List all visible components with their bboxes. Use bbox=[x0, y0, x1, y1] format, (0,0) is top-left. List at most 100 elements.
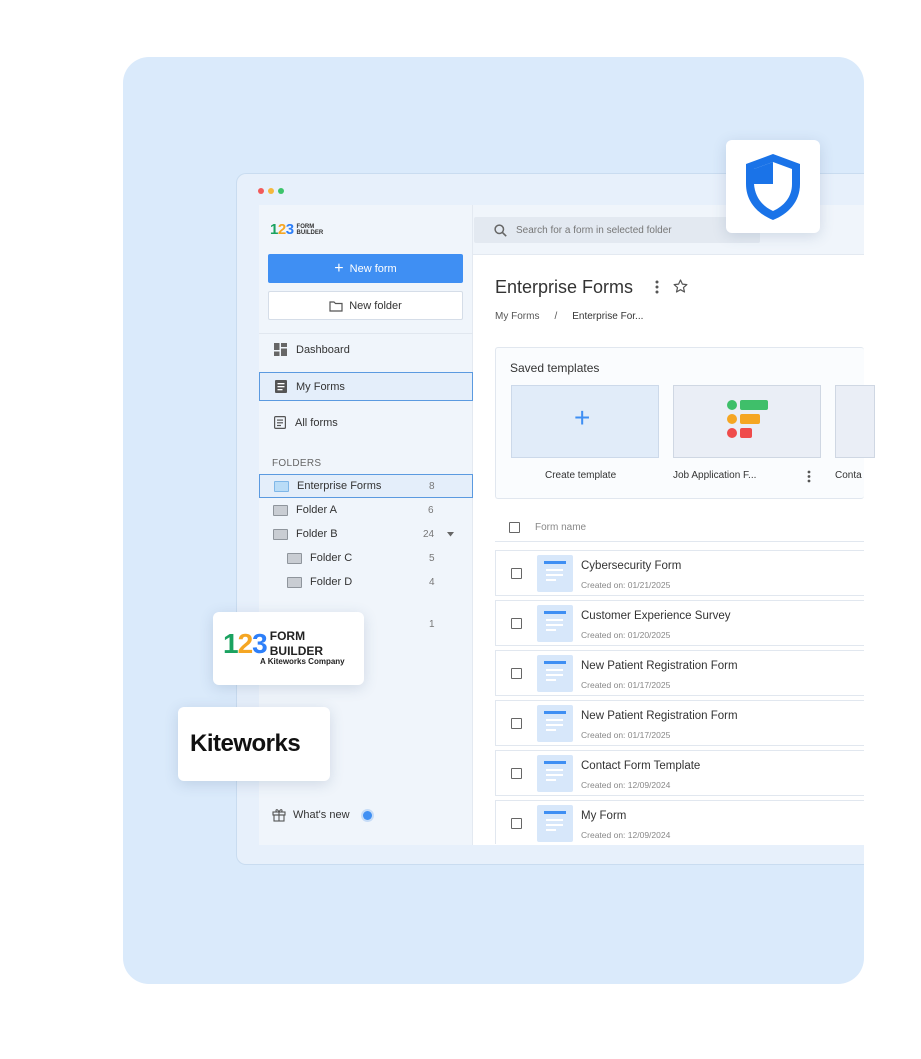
form-thumbnail-icon bbox=[537, 755, 573, 792]
search-input[interactable]: Search for a form in selected folder bbox=[474, 217, 760, 243]
folder-name: Folder D bbox=[310, 576, 353, 588]
more-vertical-icon[interactable] bbox=[655, 280, 659, 294]
column-header-form-name[interactable]: Form name bbox=[535, 522, 586, 533]
folder-item-folder-c[interactable]: Folder C 5 bbox=[259, 546, 473, 570]
create-template-card[interactable]: + bbox=[511, 385, 659, 458]
new-form-button[interactable]: + New form bbox=[268, 254, 463, 283]
whats-new-label: What's new bbox=[293, 809, 350, 821]
table-row[interactable]: New Patient Registration Form Created on… bbox=[495, 650, 864, 696]
plus-icon: + bbox=[334, 259, 344, 277]
folder-item-folder-b[interactable]: Folder B 24 bbox=[259, 522, 473, 546]
folders-section-label: FOLDERS bbox=[272, 458, 322, 469]
dashboard-icon bbox=[274, 343, 287, 356]
form-thumbnail-icon bbox=[537, 805, 573, 842]
form-created-date: Created on: 12/09/2024 bbox=[581, 780, 671, 790]
folder-icon bbox=[274, 480, 289, 492]
form-name: New Patient Registration Form bbox=[581, 660, 738, 672]
template-label: Create template bbox=[545, 470, 617, 481]
star-icon[interactable] bbox=[673, 279, 688, 294]
close-dot[interactable] bbox=[258, 188, 264, 194]
form-thumbnail-icon bbox=[537, 655, 573, 692]
folder-name: Folder A bbox=[296, 504, 337, 516]
form-created-date: Created on: 01/17/2025 bbox=[581, 680, 671, 690]
folder-item-folder-a[interactable]: Folder A 6 bbox=[259, 498, 473, 522]
new-folder-label: New folder bbox=[349, 299, 402, 312]
row-checkbox[interactable] bbox=[511, 768, 522, 779]
minimize-dot[interactable] bbox=[268, 188, 274, 194]
security-badge bbox=[726, 140, 820, 233]
form-created-date: Created on: 01/20/2025 bbox=[581, 630, 671, 640]
folder-name: Enterprise Forms bbox=[297, 480, 382, 492]
folder-name: Folder C bbox=[310, 552, 353, 564]
nav-my-forms[interactable]: My Forms bbox=[259, 372, 473, 401]
kiteworks-logo: Kiteworks bbox=[190, 730, 301, 757]
form-name: Contact Form Template bbox=[581, 760, 701, 772]
form-name: My Form bbox=[581, 810, 627, 822]
search-icon bbox=[494, 223, 507, 237]
form-name: Cybersecurity Form bbox=[581, 560, 682, 572]
template-card-contact[interactable] bbox=[835, 385, 875, 458]
formbuilder-tagline: A Kiteworks Company bbox=[260, 657, 345, 666]
folder-outline-icon bbox=[329, 300, 343, 312]
logo-line2: BUILDER bbox=[296, 229, 324, 236]
folder-count: 6 bbox=[428, 504, 434, 516]
window-controls bbox=[258, 188, 284, 194]
nav-all-forms[interactable]: All forms bbox=[259, 408, 473, 437]
table-row[interactable]: My Form Created on: 12/09/2024 bbox=[495, 800, 864, 844]
folder-item-folder-d[interactable]: Folder D 4 bbox=[259, 570, 473, 594]
title-actions bbox=[655, 279, 688, 294]
row-checkbox[interactable] bbox=[511, 818, 522, 829]
table-row[interactable]: Customer Experience Survey Created on: 0… bbox=[495, 600, 864, 646]
row-checkbox[interactable] bbox=[511, 668, 522, 679]
folder-item-enterprise-forms[interactable]: Enterprise Forms 8 bbox=[259, 474, 473, 498]
folder-count: 5 bbox=[429, 552, 435, 564]
folder-icon bbox=[287, 552, 302, 564]
folder-count: 1 bbox=[429, 619, 435, 630]
row-checkbox[interactable] bbox=[511, 618, 522, 629]
breadcrumb-current: Enterprise For... bbox=[572, 311, 644, 322]
folder-icon bbox=[273, 504, 288, 516]
logo-numbers: 123 bbox=[270, 221, 294, 238]
logo-text: FORM BUILDER bbox=[297, 224, 324, 236]
gift-icon bbox=[272, 809, 286, 822]
form-created-date: Created on: 01/21/2025 bbox=[581, 580, 671, 590]
breadcrumb-root[interactable]: My Forms bbox=[495, 311, 539, 322]
folder-icon bbox=[287, 576, 302, 588]
maximize-dot[interactable] bbox=[278, 188, 284, 194]
template-card-job-application[interactable] bbox=[673, 385, 821, 458]
sidebar-divider bbox=[259, 333, 473, 334]
form-thumbnail-icon bbox=[537, 605, 573, 642]
whats-new-link[interactable]: What's new bbox=[272, 808, 372, 822]
saved-templates-panel: Saved templates + Create template Job Ap… bbox=[495, 347, 875, 499]
caret-down-icon[interactable] bbox=[447, 532, 454, 537]
new-folder-button[interactable]: New folder bbox=[268, 291, 463, 320]
search-placeholder: Search for a form in selected folder bbox=[516, 224, 672, 236]
row-checkbox[interactable] bbox=[511, 568, 522, 579]
row-checkbox[interactable] bbox=[511, 718, 522, 729]
plus-icon: + bbox=[574, 402, 591, 433]
folder-count: 24 bbox=[423, 528, 435, 540]
formbuilder-logo: 123 FORM BUILDER bbox=[223, 628, 323, 660]
formbuilder-badge: 123 FORM BUILDER A Kiteworks Company bbox=[213, 612, 364, 685]
table-row[interactable]: Cybersecurity Form Created on: 01/21/202… bbox=[495, 550, 864, 596]
nav-my-forms-label: My Forms bbox=[296, 380, 345, 393]
folder-name: Folder B bbox=[296, 528, 338, 540]
more-vertical-icon[interactable] bbox=[807, 470, 811, 483]
shield-icon bbox=[746, 154, 800, 220]
list-icon bbox=[274, 416, 286, 429]
saved-templates-heading: Saved templates bbox=[510, 361, 600, 375]
folder-count: 8 bbox=[429, 480, 435, 492]
folder-count: 4 bbox=[429, 576, 435, 588]
form-name: Customer Experience Survey bbox=[581, 610, 731, 622]
nav-dashboard[interactable]: Dashboard bbox=[259, 335, 473, 364]
form-created-date: Created on: 01/17/2025 bbox=[581, 730, 671, 740]
app-logo[interactable]: 123 FORM BUILDER bbox=[270, 221, 323, 238]
table-row[interactable]: Contact Form Template Created on: 12/09/… bbox=[495, 750, 864, 796]
notification-dot bbox=[362, 810, 372, 820]
table-row[interactable]: New Patient Registration Form Created on… bbox=[495, 700, 864, 746]
select-all-checkbox[interactable] bbox=[509, 522, 520, 533]
form-name: New Patient Registration Form bbox=[581, 710, 738, 722]
form-created-date: Created on: 12/09/2024 bbox=[581, 830, 671, 840]
form-thumbnail-icon bbox=[537, 705, 573, 742]
template-label: Job Application F... bbox=[673, 470, 757, 481]
